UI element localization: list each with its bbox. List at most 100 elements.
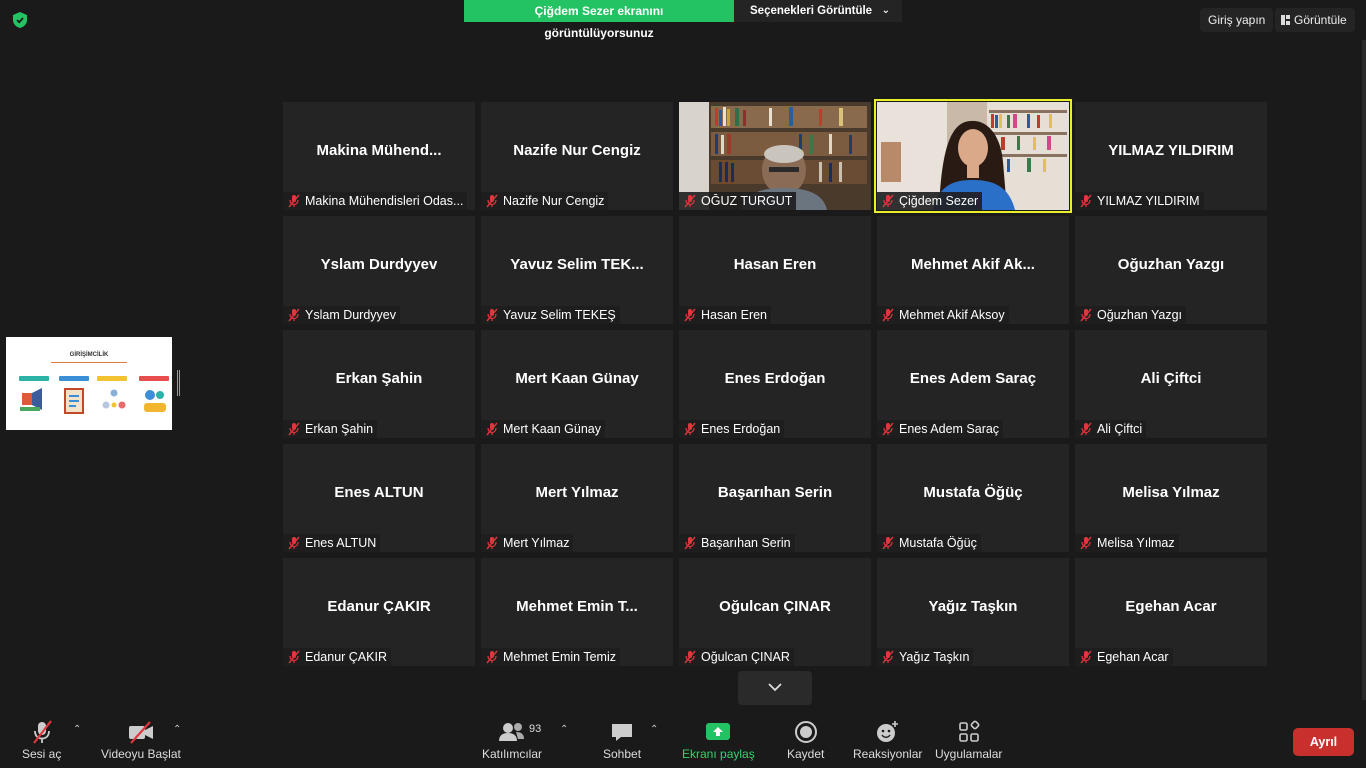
clipboard-icon	[60, 385, 88, 415]
participant-tile[interactable]: Mert Yılmaz Mert Yılmaz	[481, 444, 673, 552]
slide-pill	[59, 376, 89, 381]
emoji-plus-icon	[874, 718, 902, 746]
start-video-button[interactable]: Videoyu Başlat	[101, 718, 181, 761]
scrollbar[interactable]	[1362, 40, 1366, 700]
unmute-button[interactable]: Sesi aç	[22, 718, 61, 761]
participant-tile[interactable]: Çiğdem Sezer	[874, 99, 1072, 213]
participant-tile[interactable]: Mehmet Emin T... Mehmet Emin Temiz	[481, 558, 673, 666]
participant-display-name: Hasan Eren	[733, 255, 817, 273]
muted-mic-icon	[1079, 536, 1093, 550]
participant-tile[interactable]: Yslam Durdyyev Yslam Durdyyev	[283, 216, 475, 324]
participant-tile[interactable]: Makina Mühend... Makina Mühendisleri Odas…	[283, 102, 475, 210]
chat-button[interactable]: Sohbet	[603, 718, 641, 761]
participant-name-label: Mert Kaan Günay	[503, 422, 601, 436]
participant-tile[interactable]: YILMAZ YILDIRIM YILMAZ YILDIRIM	[1075, 102, 1267, 210]
participant-display-name: Yslam Durdyyev	[320, 255, 438, 273]
muted-mic-icon	[485, 194, 499, 208]
participant-tile[interactable]: Oğuzhan Yazgı Oğuzhan Yazgı	[1075, 216, 1267, 324]
participant-name-tag: Mehmet Emin Temiz	[481, 648, 620, 666]
participant-tile[interactable]: Mustafa Öğüç Mustafa Öğüç	[877, 444, 1069, 552]
muted-mic-icon	[287, 194, 301, 208]
participant-display-name: Melisa Yılmaz	[1122, 483, 1220, 501]
share-screen-button[interactable]: Ekranı paylaş	[682, 718, 755, 761]
participant-name-tag: Hasan Eren	[679, 306, 772, 324]
view-options-dropdown[interactable]: Seçenekleri Görüntüle ⌄	[734, 0, 902, 22]
video-options-caret-icon[interactable]: ⌃	[173, 724, 181, 735]
participant-name-tag: Makina Mühendisleri Odas...	[283, 192, 468, 210]
thumbnail-resize-handle[interactable]	[177, 370, 180, 396]
reactions-button[interactable]: Reaksiyonlar	[853, 718, 922, 761]
participant-name-label: Mert Yılmaz	[503, 536, 570, 550]
participant-tile[interactable]: Ali Çiftci Ali Çiftci	[1075, 330, 1267, 438]
shared-screen-thumbnail[interactable]: GİRİŞİMCİLİK	[6, 337, 172, 430]
muted-mic-icon	[485, 308, 499, 322]
slide-pill	[97, 376, 127, 381]
participant-tile[interactable]: Edanur ÇAKIR Edanur ÇAKIR	[283, 558, 475, 666]
expand-gallery-button[interactable]	[738, 671, 812, 705]
participant-tile[interactable]: Nazife Nur Cengiz Nazife Nur Cengiz	[481, 102, 673, 210]
muted-mic-icon	[485, 536, 499, 550]
muted-mic-icon	[1079, 194, 1093, 208]
participant-name-label: Mehmet Emin Temiz	[503, 650, 616, 664]
record-icon	[793, 718, 819, 746]
participant-name-label: Yslam Durdyyev	[305, 308, 396, 322]
participants-caret-icon[interactable]: ⌃	[560, 724, 568, 735]
muted-mic-icon	[287, 650, 301, 664]
participant-name-label: Çiğdem Sezer	[899, 194, 979, 208]
participant-name-tag: Ali Çiftci	[1075, 420, 1147, 438]
participant-name-tag: Enes Erdoğan	[679, 420, 785, 438]
apps-icon	[956, 718, 982, 746]
participant-tile[interactable]: Erkan Şahin Erkan Şahin	[283, 330, 475, 438]
participant-name-tag: Mehmet Akif Aksoy	[877, 306, 1009, 324]
participant-name-label: Ali Çiftci	[1097, 422, 1143, 436]
screen-share-banner: Çiğdem Sezer ekranını görüntülüyorsunuz …	[464, 0, 902, 40]
grid-view-icon	[1281, 9, 1290, 25]
security-shield-icon[interactable]	[11, 11, 29, 29]
participant-name-tag: Mustafa Öğüç	[877, 534, 981, 552]
participant-name-label: OĞUZ TURGUT	[701, 194, 793, 208]
chevron-down-icon	[767, 679, 783, 697]
participant-tile[interactable]: OĞUZ TURGUT	[679, 102, 871, 210]
participant-tile[interactable]: Melisa Yılmaz Melisa Yılmaz	[1075, 444, 1267, 552]
leave-meeting-button[interactable]: Ayrıl	[1293, 728, 1354, 756]
participant-name-label: Erkan Şahin	[305, 422, 374, 436]
participant-tile[interactable]: Hasan Eren Hasan Eren	[679, 216, 871, 324]
participant-name-label: Nazife Nur Cengiz	[503, 194, 605, 208]
sign-in-button[interactable]: Giriş yapın	[1200, 8, 1274, 32]
participant-name-tag: Edanur ÇAKIR	[283, 648, 391, 666]
participant-name-tag: Çiğdem Sezer	[877, 192, 983, 210]
chat-label: Sohbet	[603, 747, 642, 761]
apps-button[interactable]: Uygulamalar	[935, 718, 1002, 761]
muted-mic-icon	[287, 308, 301, 322]
view-button[interactable]: Görüntüle	[1275, 8, 1355, 32]
participant-name-label: Yağız Taşkın	[899, 650, 970, 664]
participant-tile[interactable]: Egehan Acar Egehan Acar	[1075, 558, 1267, 666]
participant-tile[interactable]: Enes ALTUN Enes ALTUN	[283, 444, 475, 552]
participant-name-label: Başarıhan Serin	[701, 536, 791, 550]
leave-label: Ayrıl	[1309, 735, 1338, 749]
chat-caret-icon[interactable]: ⌃	[650, 724, 658, 735]
participant-tile[interactable]: Başarıhan Serin Başarıhan Serin	[679, 444, 871, 552]
view-options-label: Seçenekleri Görüntüle	[750, 5, 873, 17]
participant-tile[interactable]: Enes Erdoğan Enes Erdoğan	[679, 330, 871, 438]
participant-tile[interactable]: Oğulcan ÇINAR Oğulcan ÇINAR	[679, 558, 871, 666]
record-button[interactable]: Kaydet	[787, 718, 824, 761]
participant-grid: Makina Mühend... Makina Mühendisleri Odas…	[283, 99, 1267, 666]
participant-tile[interactable]: Yavuz Selim TEK... Yavuz Selim TEKEŞ	[481, 216, 673, 324]
muted-mic-icon	[287, 422, 301, 436]
participant-display-name: Mehmet Emin T...	[516, 597, 638, 615]
muted-mic-icon	[1079, 650, 1093, 664]
participant-tile[interactable]: Mert Kaan Günay Mert Kaan Günay	[481, 330, 673, 438]
participant-name-label: Makina Mühendisleri Odas...	[305, 194, 464, 208]
audio-options-caret-icon[interactable]: ⌃	[73, 724, 81, 735]
participant-name-label: Oğulcan ÇINAR	[701, 650, 790, 664]
participant-name-label: Yavuz Selim TEKEŞ	[503, 308, 616, 322]
participant-tile[interactable]: Enes Adem Saraç Enes Adem Saraç	[877, 330, 1069, 438]
participant-name-label: Melisa Yılmaz	[1097, 536, 1175, 550]
participant-name-tag: Yslam Durdyyev	[283, 306, 400, 324]
participant-name-tag: Yavuz Selim TEKEŞ	[481, 306, 620, 324]
participant-tile[interactable]: Yağız Taşkın Yağız Taşkın	[877, 558, 1069, 666]
participant-tile[interactable]: Mehmet Akif Ak... Mehmet Akif Aksoy	[877, 216, 1069, 324]
participant-display-name: Yağız Taşkın	[928, 597, 1018, 615]
participant-display-name: Edanur ÇAKIR	[327, 597, 431, 615]
